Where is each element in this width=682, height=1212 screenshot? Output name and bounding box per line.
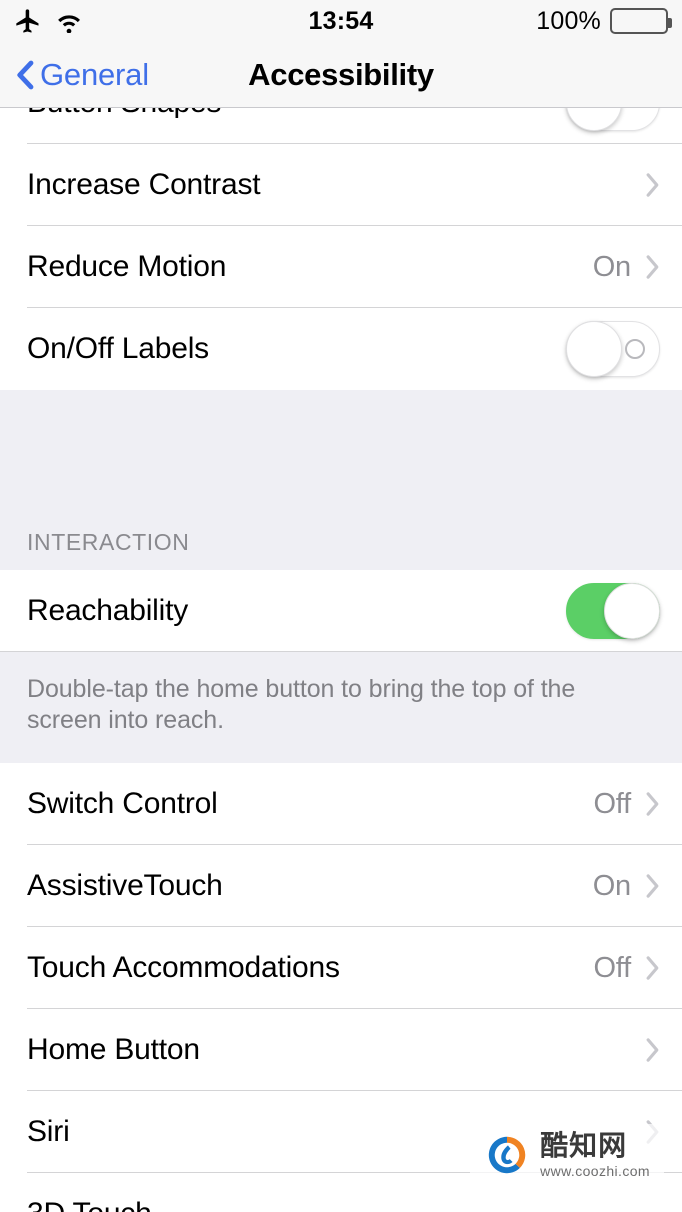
chevron-right-icon <box>645 791 660 817</box>
section-footer-interaction: Double-tap the home button to bring the … <box>0 652 682 763</box>
chevron-left-icon <box>16 60 34 90</box>
table-row[interactable]: On/Off Labels <box>0 308 682 390</box>
on-off-labels-toggle[interactable] <box>566 321 660 377</box>
row-label: 3D Touch <box>27 1197 152 1212</box>
row-value: Off <box>593 951 631 984</box>
row-label: On/Off Labels <box>27 332 209 365</box>
section-footer-text: Double-tap the home button to bring the … <box>27 675 576 734</box>
settings-group-interaction-features: Switch Control Off AssistiveTouch On Tou… <box>0 763 682 1212</box>
back-button-label: General <box>40 56 149 92</box>
status-bar-right: 100% <box>536 6 672 36</box>
row-accessory: Off <box>593 952 660 985</box>
row-label: Reachability <box>27 594 189 627</box>
row-value: On <box>592 869 631 902</box>
row-value: Off <box>593 787 631 820</box>
chevron-right-icon <box>645 254 660 280</box>
table-row[interactable]: Switch Control Off <box>0 763 682 845</box>
navigation-bar: General Accessibility <box>0 42 682 108</box>
iphone-screen: 13:54 100% General Accessibility Increas… <box>0 0 682 1212</box>
table-row[interactable]: AssistiveTouch On <box>0 845 682 927</box>
row-accessory <box>566 108 660 131</box>
settings-list: Button Shapes Increase Contrast <box>0 108 682 1212</box>
row-accessory <box>645 1119 660 1145</box>
row-label: Home Button <box>27 1033 200 1066</box>
row-accessory <box>645 172 660 198</box>
row-accessory <box>566 583 660 639</box>
table-row[interactable]: 3D Touch <box>0 1173 682 1212</box>
row-label: Increase Contrast <box>27 168 261 201</box>
row-accessory: Off <box>593 788 660 821</box>
row-accessory: On <box>593 251 660 284</box>
row-label: Touch Accommodations <box>27 951 340 984</box>
row-label: AssistiveTouch <box>27 869 223 902</box>
battery-full-icon <box>610 8 672 34</box>
table-row[interactable]: Siri <box>0 1091 682 1173</box>
toggle-off-label-icon <box>625 339 645 359</box>
chevron-right-icon <box>645 955 660 981</box>
row-accessory <box>645 1037 660 1063</box>
row-label: Siri <box>27 1115 70 1148</box>
table-row[interactable]: Button Shapes <box>0 108 682 144</box>
reachability-toggle[interactable] <box>566 583 660 639</box>
settings-group-vision: Button Shapes Increase Contrast <box>0 108 682 390</box>
row-value: On <box>592 250 631 283</box>
group-gap: INTERACTION <box>0 390 682 570</box>
row-label: Switch Control <box>27 787 218 820</box>
chevron-right-icon <box>645 1119 660 1145</box>
table-row[interactable]: Increase Contrast <box>0 144 682 226</box>
table-row[interactable]: Reduce Motion On <box>0 226 682 308</box>
row-label: Reduce Motion <box>27 250 227 283</box>
row-accessory <box>566 321 660 377</box>
back-button[interactable]: General <box>0 57 149 93</box>
status-bar: 13:54 100% <box>0 0 682 42</box>
chevron-right-icon <box>645 172 660 198</box>
settings-group-interaction: Reachability <box>0 570 682 652</box>
section-header-label: INTERACTION <box>27 529 190 555</box>
button-shapes-toggle[interactable] <box>566 108 660 131</box>
row-accessory: On <box>593 870 660 903</box>
chevron-right-icon <box>645 1037 660 1063</box>
battery-percent-label: 100% <box>536 6 601 35</box>
section-header-interaction: INTERACTION <box>0 462 682 570</box>
table-row[interactable]: Reachability <box>0 570 682 652</box>
chevron-right-icon <box>645 873 660 899</box>
table-row[interactable]: Touch Accommodations Off <box>0 927 682 1009</box>
row-label: Button Shapes <box>27 108 221 120</box>
table-row[interactable]: Home Button <box>0 1009 682 1091</box>
